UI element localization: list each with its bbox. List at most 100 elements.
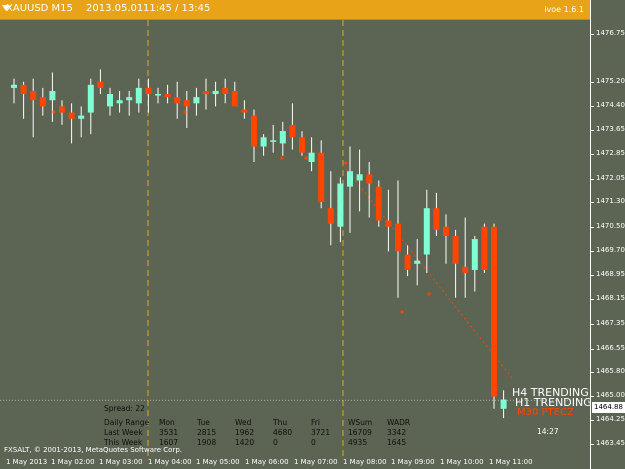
stats-value-cell: This Week	[104, 438, 143, 447]
time-axis-label: 1 May 09:00	[391, 458, 435, 466]
indicator-version-label: ivoe 1.6.1	[544, 5, 584, 14]
price-axis-tick	[591, 323, 594, 325]
price-axis-label: 1471.30	[596, 197, 625, 206]
candle-body	[241, 109, 248, 113]
stats-header-cell: WSum	[348, 418, 373, 427]
candle-body	[59, 106, 65, 113]
stats-value-cell: 1607	[159, 438, 179, 447]
candle-body	[385, 220, 392, 227]
stats-header-cell: Fri	[311, 418, 320, 427]
stats-value-cell: 4935	[348, 438, 368, 447]
price-axis-tick	[591, 348, 594, 350]
candle-body	[68, 112, 75, 119]
chart-header: XAUUSD M15 2013.05.01 11:45 / 13:45 ivoe…	[0, 0, 590, 20]
fractal-marker	[400, 310, 404, 314]
candle-body	[20, 84, 27, 95]
time-axis-label: 1 May 06:00	[245, 458, 289, 466]
time-axis-label: 1 May 08:00	[343, 458, 387, 466]
copyright-text: FXSALT, © 2001-2013, MetaQuotes Software…	[4, 446, 183, 454]
spread-label: Spread: 22	[104, 404, 145, 413]
fractal-marker	[183, 110, 187, 114]
price-axis-tick	[591, 106, 594, 108]
price-axis-tick	[591, 419, 594, 421]
time-axis-label: 1 May 10:00	[440, 458, 484, 466]
candle-body	[318, 152, 325, 203]
stats-value-cell: 1908	[197, 438, 217, 447]
candle-body	[126, 97, 133, 101]
candle-body	[203, 90, 209, 95]
candle-body	[30, 90, 37, 101]
stats-header-cell: WADR	[387, 418, 411, 427]
candle-body	[145, 87, 152, 95]
stats-value-cell: 1420	[235, 438, 255, 447]
candle-body	[481, 226, 488, 270]
stats-header-cell: Tue	[197, 418, 210, 427]
fractal-marker	[280, 156, 284, 160]
candle-body	[270, 140, 277, 142]
candle-body	[164, 94, 171, 98]
price-axis-label: 1474.40	[596, 101, 625, 110]
candle-body	[404, 254, 411, 270]
candle-body	[87, 84, 94, 113]
price-axis-tick	[591, 178, 594, 180]
candle-body	[251, 115, 257, 147]
price-axis-label: 1465.80	[596, 366, 625, 375]
current-price-tag: 1464.88	[592, 402, 625, 413]
candle-body	[462, 266, 469, 274]
stats-header-cell: Thu	[273, 418, 288, 427]
candle-body	[443, 226, 449, 236]
candle-body	[135, 87, 142, 104]
candle-body	[356, 174, 363, 181]
fractal-marker	[427, 292, 431, 296]
price-axis-tick	[591, 444, 594, 446]
time-axis-label: 1 May 02:00	[51, 458, 95, 466]
stats-value-cell: 3531	[159, 428, 179, 437]
price-axis-tick	[591, 33, 594, 35]
candle-body	[366, 174, 373, 184]
price-axis-tick	[591, 81, 594, 83]
price-axis-tick	[591, 274, 594, 276]
fractal-marker	[344, 161, 348, 165]
candle-body	[231, 90, 238, 107]
candle-body	[174, 97, 181, 104]
stats-value-cell: Last Week	[104, 428, 143, 437]
price-axis-label: 1468.95	[596, 269, 625, 278]
stats-value-cell: 0	[273, 438, 278, 447]
stats-value-cell: 3721	[311, 428, 331, 437]
stats-header-cell: Wed	[235, 418, 252, 427]
time-axis-label: 1 May 11:00	[489, 458, 533, 466]
price-chart[interactable]	[0, 0, 590, 469]
candle-body	[414, 260, 421, 264]
candle-body	[395, 223, 401, 252]
candle-body	[471, 239, 478, 270]
candle-body	[279, 131, 286, 144]
candle-body	[11, 84, 17, 88]
candle-body	[289, 124, 296, 138]
price-axis-label: 1472.05	[596, 173, 625, 182]
time-label: 11:45 / 13:45	[143, 3, 211, 14]
time-axis-label: 1 May 07:00	[294, 458, 338, 466]
price-axis-tick	[591, 154, 594, 156]
stats-value-cell: 16709	[348, 428, 372, 437]
stats-value-cell: 3342	[387, 428, 407, 437]
candle-body	[107, 94, 113, 107]
candle-body	[433, 208, 440, 230]
price-axis-tick	[591, 299, 594, 301]
stats-value-cell: 1645	[387, 438, 407, 447]
candle-body	[222, 87, 229, 95]
candle-body	[39, 97, 46, 107]
price-axis[interactable]: 1476.75 1475.20 1474.40 1473.65 1472.85 1472.…	[590, 0, 625, 469]
candle-body	[183, 100, 190, 107]
fractal-marker	[52, 110, 56, 114]
price-axis-tick	[591, 202, 594, 204]
candle-body	[337, 183, 344, 227]
candle-body	[347, 171, 353, 187]
candle-body	[452, 236, 459, 264]
candle-body	[212, 90, 219, 95]
price-axis-label: 1463.45	[596, 439, 625, 448]
candle-body	[116, 100, 123, 104]
price-axis-tick	[591, 251, 594, 253]
candle-body	[375, 186, 382, 221]
price-axis-tick	[591, 371, 594, 373]
candle-body	[49, 90, 56, 101]
